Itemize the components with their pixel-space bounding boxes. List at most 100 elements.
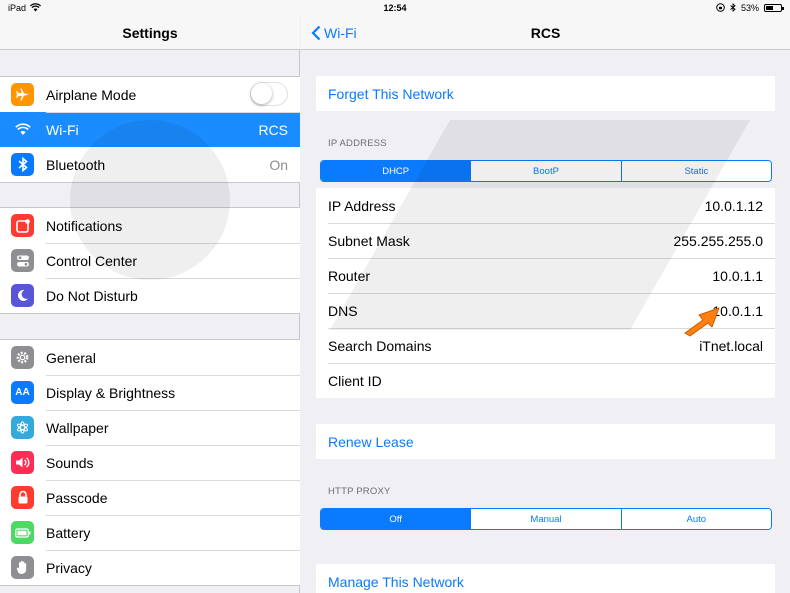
detail-row-subnet-mask: Subnet Mask 255.255.255.0 <box>316 223 775 258</box>
manage-network-button[interactable]: Manage This Network <box>316 564 775 593</box>
sidebar-item-passcode[interactable]: Passcode <box>0 480 300 515</box>
renew-lease-button[interactable]: Renew Lease <box>316 424 775 459</box>
sidebar-item-wifi[interactable]: Wi-Fi RCS <box>0 112 300 147</box>
battery-level-icon <box>764 4 784 12</box>
sidebar-item-battery[interactable]: Battery <box>0 515 300 550</box>
detail-value: 255.255.255.0 <box>673 232 763 249</box>
detail-row-ip-address: IP Address 10.0.1.12 <box>316 188 775 223</box>
detail-row-router: Router 10.0.1.1 <box>316 258 775 293</box>
airplane-icon <box>11 83 34 106</box>
detail-value: 10.0.1.1 <box>712 267 763 284</box>
sidebar-item-do-not-disturb[interactable]: Do Not Disturb <box>0 278 300 313</box>
settings-group-notifications: Notifications Control Center Do Not Dist… <box>0 207 300 314</box>
chevron-left-icon <box>311 25 321 41</box>
annotation-arrow-icon <box>684 307 720 337</box>
settings-sidebar: Settings Airplane Mode Wi-Fi RCS Bluetoo… <box>0 0 300 593</box>
wifi-network-value: RCS <box>258 121 288 138</box>
settings-group-general: General AA Display & Brightness Wallpape… <box>0 339 300 586</box>
forget-network-button[interactable]: Forget This Network <box>316 76 775 111</box>
segment-static[interactable]: Static <box>620 161 771 181</box>
sidebar-title: Settings <box>122 24 178 41</box>
toggle-knob <box>251 83 272 104</box>
sidebar-nav-bar: Settings <box>0 16 300 50</box>
control-center-icon <box>11 249 34 272</box>
detail-value: 10.0.1.12 <box>704 197 763 214</box>
notifications-icon <box>11 214 34 237</box>
ip-address-section-header: IP ADDRESS <box>328 138 387 149</box>
orientation-lock-icon <box>716 2 725 14</box>
detail-label: Client ID <box>328 372 382 389</box>
bluetooth-status-icon <box>730 2 736 14</box>
sidebar-item-label: Bluetooth <box>46 156 106 173</box>
detail-row-client-id[interactable]: Client ID <box>316 363 775 398</box>
detail-label: Subnet Mask <box>328 232 410 249</box>
sidebar-item-label: Notifications <box>46 217 123 234</box>
sidebar-item-label: Privacy <box>46 559 92 576</box>
speaker-icon <box>11 451 34 474</box>
sidebar-item-label: Do Not Disturb <box>46 287 138 304</box>
sidebar-item-label: Wallpaper <box>46 419 109 436</box>
sidebar-item-label: Sounds <box>46 454 94 471</box>
network-title: RCS <box>530 24 561 41</box>
http-proxy-section-header: HTTP PROXY <box>328 486 391 497</box>
segment-dhcp[interactable]: DHCP <box>321 161 471 181</box>
sidebar-item-general[interactable]: General <box>0 340 300 375</box>
detail-nav-bar: Wi-Fi RCS <box>301 16 790 50</box>
sidebar-item-wallpaper[interactable]: Wallpaper <box>0 410 300 445</box>
detail-label: Router <box>328 267 371 284</box>
detail-value[interactable]: iTnet.local <box>699 338 763 354</box>
lock-icon <box>11 486 34 509</box>
sidebar-item-sounds[interactable]: Sounds <box>0 445 300 480</box>
detail-label: IP Address <box>328 197 396 214</box>
sidebar-item-label: Display & Brightness <box>46 384 176 401</box>
manage-network-label: Manage This Network <box>328 573 464 590</box>
segment-auto[interactable]: Auto <box>620 509 771 529</box>
forget-network-label: Forget This Network <box>328 85 454 102</box>
bluetooth-status-value: On <box>269 156 288 173</box>
wifi-detail-panel: Wi-Fi RCS Forget This Network IP ADDRESS… <box>301 0 790 593</box>
sidebar-item-control-center[interactable]: Control Center <box>0 243 300 278</box>
clock: 12:54 <box>383 3 407 13</box>
renew-lease-card: Renew Lease <box>316 424 775 459</box>
moon-icon <box>11 284 34 307</box>
manage-network-card: Manage This Network <box>316 564 775 593</box>
sidebar-item-label: Airplane Mode <box>46 86 137 103</box>
sidebar-item-bluetooth[interactable]: Bluetooth On <box>0 147 300 182</box>
wifi-icon <box>11 118 34 141</box>
ipad-settings-screen: iPad 12:54 53% Settings Airplane Mode Wi… <box>0 0 790 593</box>
battery-icon <box>11 521 34 544</box>
back-button-label: Wi-Fi <box>324 25 357 41</box>
forget-network-card: Forget This Network <box>316 76 775 111</box>
wifi-signal-icon <box>30 2 42 14</box>
hand-icon <box>11 556 34 579</box>
sidebar-item-label: Passcode <box>46 489 108 506</box>
sidebar-item-display-brightness[interactable]: AA Display & Brightness <box>0 375 300 410</box>
back-button[interactable]: Wi-Fi <box>311 16 357 50</box>
status-bar: iPad 12:54 53% <box>0 0 790 16</box>
renew-lease-label: Renew Lease <box>328 433 414 450</box>
sidebar-item-label: General <box>46 349 96 366</box>
ip-mode-segmented-control: DHCP BootP Static <box>320 160 772 182</box>
gear-icon <box>11 346 34 369</box>
settings-group-connectivity: Airplane Mode Wi-Fi RCS Bluetooth On <box>0 76 300 183</box>
sidebar-item-label: Control Center <box>46 252 138 269</box>
sidebar-item-label: Battery <box>46 524 91 541</box>
device-name: iPad <box>8 3 27 13</box>
segment-bootp[interactable]: BootP <box>470 161 621 181</box>
sidebar-item-privacy[interactable]: Privacy <box>0 550 300 585</box>
wallpaper-icon <box>11 416 34 439</box>
segment-off[interactable]: Off <box>321 509 471 529</box>
detail-label: Search Domains <box>328 337 432 354</box>
sidebar-item-airplane-mode[interactable]: Airplane Mode <box>0 77 300 112</box>
display-icon: AA <box>11 381 34 404</box>
segment-manual[interactable]: Manual <box>470 509 621 529</box>
bluetooth-icon <box>11 153 34 176</box>
battery-fill <box>766 6 774 10</box>
ip-details-card: IP Address 10.0.1.12 Subnet Mask 255.255… <box>316 188 775 398</box>
airplane-mode-toggle[interactable] <box>250 82 288 106</box>
detail-label: DNS <box>328 302 358 319</box>
sidebar-item-label: Wi-Fi <box>46 121 79 138</box>
sidebar-item-notifications[interactable]: Notifications <box>0 208 300 243</box>
battery-percent: 53% <box>740 3 759 13</box>
http-proxy-segmented-control: Off Manual Auto <box>320 508 772 530</box>
